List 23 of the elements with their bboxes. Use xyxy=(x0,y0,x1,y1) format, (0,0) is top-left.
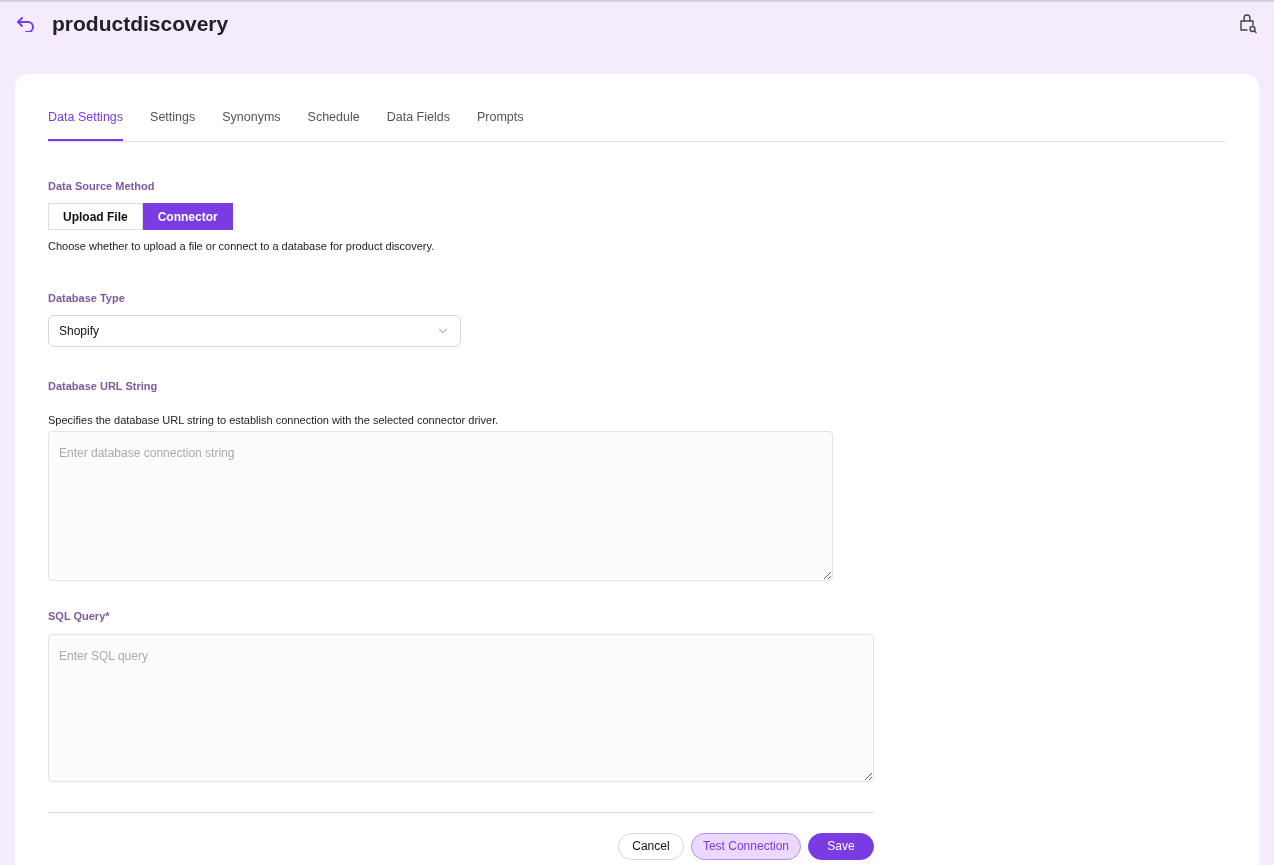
tab[interactable]: Data Settings xyxy=(48,108,124,141)
tab[interactable]: Prompts xyxy=(476,108,524,141)
segment-option[interactable]: Upload File xyxy=(48,203,143,231)
action-button[interactable]: Save xyxy=(808,832,874,860)
page-title: productdiscovery xyxy=(52,11,229,38)
help-text: Specifies the database URL string to establish connection with the selected connector driver. xyxy=(48,412,499,428)
back-arrow-icon[interactable] xyxy=(16,16,36,32)
database-url-textarea[interactable]: Enter database connection string xyxy=(48,431,833,582)
action-button[interactable]: Test Connection xyxy=(690,832,801,860)
field-label: Database URL String xyxy=(48,379,158,395)
tab[interactable]: Settings xyxy=(150,108,196,141)
field-label: SQL Query* xyxy=(48,609,110,625)
field-label: Database Type xyxy=(48,290,125,306)
tab[interactable]: Data Fields xyxy=(386,108,450,141)
help-text: Choose whether to upload a file or connect to a database for product discovery. xyxy=(48,239,435,255)
shopping-bag-search-icon[interactable] xyxy=(1238,14,1258,34)
database-type-select[interactable]: Shopify xyxy=(48,315,461,348)
sql-query-textarea[interactable]: Enter SQL query xyxy=(48,633,874,782)
tab[interactable]: Schedule xyxy=(307,108,360,141)
segment-option[interactable]: Connector xyxy=(142,203,233,231)
field-label: Data Source Method xyxy=(48,178,155,194)
tab[interactable]: Synonyms xyxy=(222,108,281,141)
action-button[interactable]: Cancel xyxy=(617,832,684,860)
